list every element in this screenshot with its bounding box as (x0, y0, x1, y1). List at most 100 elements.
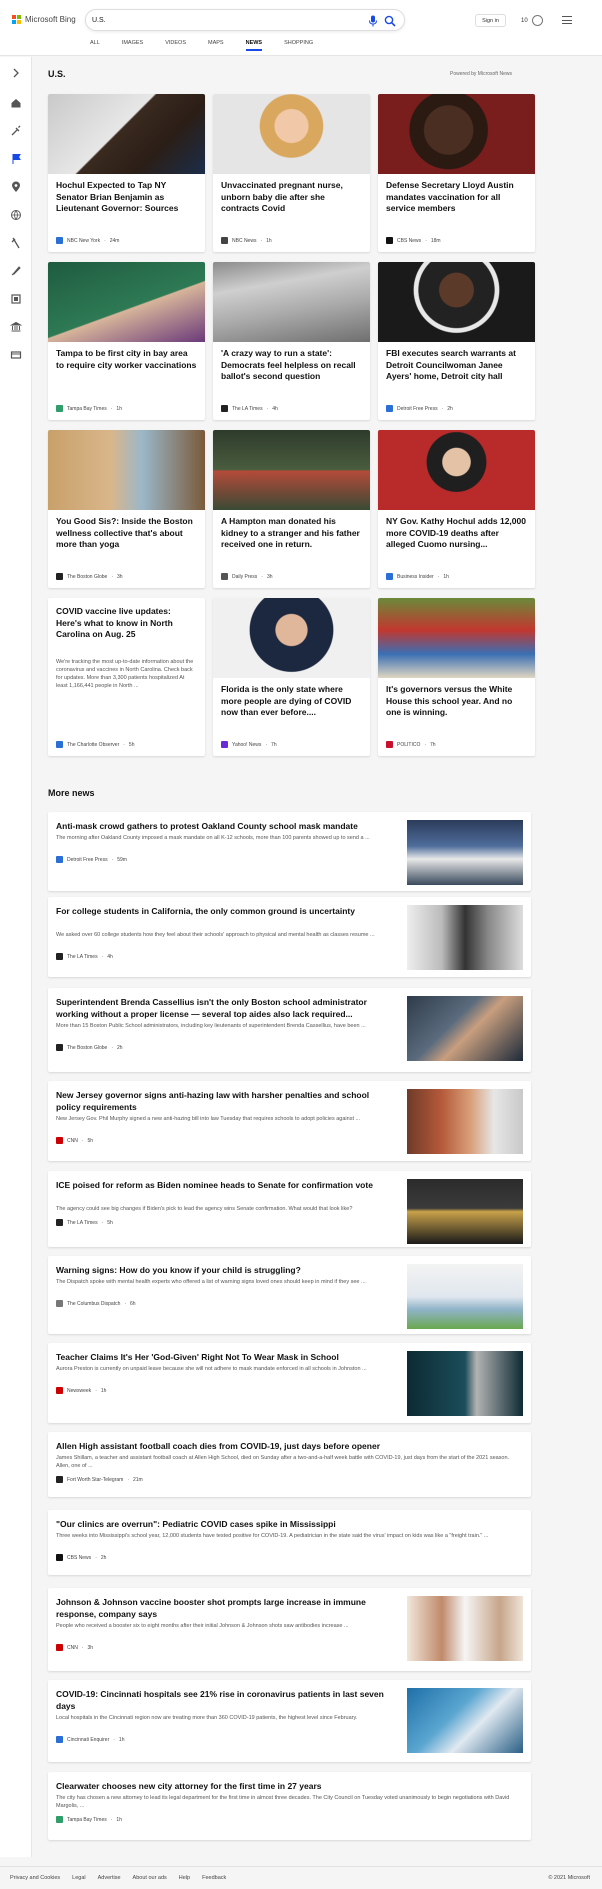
sign-in-button[interactable]: Sign in (475, 14, 506, 27)
more-news-title-link[interactable]: Johnson & Johnson vaccine booster shot p… (56, 1596, 391, 1620)
news-card-image[interactable] (378, 94, 535, 174)
more-news-title-link[interactable]: Allen High assistant football coach dies… (56, 1440, 516, 1452)
chevron-right-icon[interactable] (10, 67, 22, 79)
news-card[interactable]: Hochul Expected to Tap NY Senator Brian … (48, 94, 205, 252)
news-card[interactable]: Defense Secretary Lloyd Austin mandates … (378, 94, 535, 252)
news-card[interactable]: You Good Sis?: Inside the Boston wellnes… (48, 430, 205, 588)
news-card-headline[interactable]: Tampa to be first city in bay area to re… (56, 348, 197, 371)
bing-logo[interactable]: Microsoft Bing (12, 15, 76, 24)
more-news-thumbnail[interactable] (407, 996, 523, 1061)
more-news-item[interactable]: Allen High assistant football coach dies… (48, 1432, 531, 1497)
globe-icon[interactable] (10, 209, 22, 221)
source-separator: · (124, 1300, 127, 1307)
more-news-title-link[interactable]: New Jersey governor signs anti-hazing la… (56, 1089, 391, 1113)
science-icon[interactable] (10, 237, 22, 249)
home-icon[interactable] (10, 97, 22, 109)
tools-icon[interactable] (10, 125, 22, 137)
rocket-icon[interactable] (10, 265, 22, 277)
news-card-headline[interactable]: A Hampton man donated his kidney to a st… (221, 516, 362, 551)
news-card-headline[interactable]: COVID vaccine live updates: Here's what … (56, 606, 197, 641)
tab-images[interactable]: IMAGES (122, 40, 154, 51)
news-card-image[interactable] (213, 430, 370, 510)
news-card[interactable]: It's governors versus the White House th… (378, 598, 535, 756)
news-card-headline[interactable]: Florida is the only state where more peo… (221, 684, 362, 719)
tab-videos[interactable]: VIDEOS (165, 40, 197, 51)
news-card-image[interactable] (378, 430, 535, 510)
more-news-item[interactable]: Anti-mask crowd gathers to protest Oakla… (48, 812, 531, 891)
card-icon[interactable] (10, 349, 22, 361)
menu-icon[interactable] (562, 16, 572, 24)
tab-news[interactable]: NEWS (245, 40, 274, 51)
news-card[interactable]: 'A crazy way to run a state': Democrats … (213, 262, 370, 420)
more-news-item[interactable]: New Jersey governor signs anti-hazing la… (48, 1081, 531, 1161)
search-icon[interactable] (384, 15, 396, 27)
location-pin-icon[interactable] (10, 181, 22, 193)
tab-shopping[interactable]: SHOPPING (284, 40, 324, 51)
news-card-image[interactable] (48, 262, 205, 342)
more-news-item[interactable]: Johnson & Johnson vaccine booster shot p… (48, 1588, 531, 1671)
more-news-item[interactable]: Teacher Claims It's Her 'God-Given' Righ… (48, 1343, 531, 1423)
news-card[interactable]: NY Gov. Kathy Hochul adds 12,000 more CO… (378, 430, 535, 588)
more-news-thumbnail[interactable] (407, 1179, 523, 1244)
more-news-thumbnail[interactable] (407, 1596, 523, 1661)
tab-all[interactable]: ALL (90, 40, 111, 51)
rewards-button[interactable]: 10 (521, 15, 543, 26)
more-news-thumbnail[interactable] (407, 820, 523, 885)
more-news-thumbnail[interactable] (407, 905, 523, 970)
news-card[interactable]: COVID vaccine live updates: Here's what … (48, 598, 205, 756)
more-news-item[interactable]: "Our clinics are overrun": Pediatric COV… (48, 1510, 531, 1575)
powered-by-label[interactable]: Powered by Microsoft News (450, 71, 512, 77)
more-news-item[interactable]: COVID-19: Cincinnati hospitals see 21% r… (48, 1680, 531, 1762)
more-news-item[interactable]: Clearwater chooses new city attorney for… (48, 1772, 531, 1840)
more-news-thumbnail[interactable] (407, 1264, 523, 1329)
more-news-title-link[interactable]: COVID-19: Cincinnati hospitals see 21% r… (56, 1688, 391, 1712)
news-card[interactable]: A Hampton man donated his kidney to a st… (213, 430, 370, 588)
more-news-title-link[interactable]: Superintendent Brenda Cassellius isn't t… (56, 996, 391, 1020)
news-card-headline[interactable]: Unvaccinated pregnant nurse, unborn baby… (221, 180, 362, 215)
news-card-image[interactable] (48, 430, 205, 510)
news-card-image[interactable] (213, 598, 370, 678)
more-news-title-link[interactable]: ICE poised for reform as Biden nominee h… (56, 1179, 391, 1191)
more-news-title-link[interactable]: "Our clinics are overrun": Pediatric COV… (56, 1518, 516, 1530)
more-news-item[interactable]: ICE poised for reform as Biden nominee h… (48, 1171, 531, 1247)
news-card-image[interactable] (378, 262, 535, 342)
film-icon[interactable] (10, 293, 22, 305)
footer-link-help[interactable]: Help (179, 1875, 190, 1881)
bank-icon[interactable] (10, 321, 22, 333)
more-news-title-link[interactable]: Clearwater chooses new city attorney for… (56, 1780, 516, 1792)
news-card[interactable]: Florida is the only state where more peo… (213, 598, 370, 756)
news-card-headline[interactable]: Hochul Expected to Tap NY Senator Brian … (56, 180, 197, 215)
more-news-item[interactable]: Superintendent Brenda Cassellius isn't t… (48, 988, 531, 1072)
news-card-headline[interactable]: Defense Secretary Lloyd Austin mandates … (386, 180, 527, 215)
more-news-title-link[interactable]: Anti-mask crowd gathers to protest Oakla… (56, 820, 391, 832)
news-card[interactable]: Tampa to be first city in bay area to re… (48, 262, 205, 420)
footer-link-advertise[interactable]: Advertise (98, 1875, 121, 1881)
news-card-headline[interactable]: FBI executes search warrants at Detroit … (386, 348, 527, 383)
news-card-image[interactable] (213, 262, 370, 342)
more-news-thumbnail[interactable] (407, 1351, 523, 1416)
news-card[interactable]: FBI executes search warrants at Detroit … (378, 262, 535, 420)
microphone-icon[interactable] (368, 15, 378, 27)
news-card-headline[interactable]: 'A crazy way to run a state': Democrats … (221, 348, 362, 383)
news-card-headline[interactable]: It's governors versus the White House th… (386, 684, 527, 719)
footer-link-feedback[interactable]: Feedback (202, 1875, 226, 1881)
search-input[interactable] (92, 14, 352, 27)
news-card-headline[interactable]: NY Gov. Kathy Hochul adds 12,000 more CO… (386, 516, 527, 551)
footer-link-about-ads[interactable]: About our ads (133, 1875, 167, 1881)
news-card-headline[interactable]: You Good Sis?: Inside the Boston wellnes… (56, 516, 197, 551)
footer-link-legal[interactable]: Legal (72, 1875, 85, 1881)
more-news-thumbnail[interactable] (407, 1089, 523, 1154)
more-news-item[interactable]: Warning signs: How do you know if your c… (48, 1256, 531, 1334)
tab-maps[interactable]: MAPS (208, 40, 235, 51)
flag-icon[interactable] (10, 153, 22, 165)
more-news-item[interactable]: For college students in California, the … (48, 897, 531, 977)
news-card-image[interactable] (378, 598, 535, 678)
news-card-image[interactable] (213, 94, 370, 174)
news-card[interactable]: Unvaccinated pregnant nurse, unborn baby… (213, 94, 370, 252)
more-news-title-link[interactable]: Warning signs: How do you know if your c… (56, 1264, 391, 1276)
more-news-title-link[interactable]: For college students in California, the … (56, 905, 391, 917)
footer-link-privacy[interactable]: Privacy and Cookies (10, 1875, 60, 1881)
more-news-title-link[interactable]: Teacher Claims It's Her 'God-Given' Righ… (56, 1351, 391, 1363)
more-news-thumbnail[interactable] (407, 1688, 523, 1753)
news-card-image[interactable] (48, 94, 205, 174)
